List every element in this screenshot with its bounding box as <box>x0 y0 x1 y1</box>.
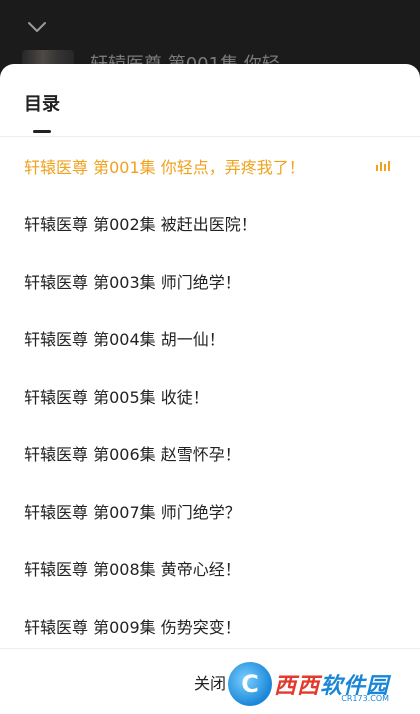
episode-title: 轩辕医尊 第003集 师门绝学！ <box>24 272 241 292</box>
list-item[interactable]: 轩辕医尊 第005集 收徒！ <box>0 367 420 425</box>
episode-list-sheet: 目录 轩辕医尊 第001集 你轻点，弄疼我了！ 轩辕医尊 第002集 被赶出医院… <box>0 64 420 714</box>
episode-list: 轩辕医尊 第001集 你轻点，弄疼我了！ 轩辕医尊 第002集 被赶出医院！ 轩… <box>0 137 420 655</box>
watermark-logo: C 西西软件园 CR173.COM <box>228 660 418 708</box>
tab-indicator <box>33 130 51 133</box>
episode-title: 轩辕医尊 第006集 赵雪怀孕！ <box>24 445 241 465</box>
list-item[interactable]: 轩辕医尊 第001集 你轻点，弄疼我了！ <box>0 137 420 195</box>
collapse-button[interactable] <box>22 14 52 40</box>
list-item[interactable]: 轩辕医尊 第008集 黄帝心经！ <box>0 540 420 598</box>
playing-indicator-icon <box>376 160 390 171</box>
sheet-title: 目录 <box>24 94 60 115</box>
episode-title: 轩辕医尊 第009集 伤势突变！ <box>24 617 241 637</box>
list-item[interactable]: 轩辕医尊 第009集 伤势突变！ <box>0 597 420 655</box>
watermark-xixi: 西西 <box>274 674 321 699</box>
watermark-url: CR173.COM <box>341 694 390 703</box>
episode-title: 轩辕医尊 第001集 你轻点，弄疼我了！ <box>24 157 305 177</box>
episode-title: 轩辕医尊 第007集 师门绝学？ <box>24 502 241 522</box>
episode-title: 轩辕医尊 第004集 胡一仙！ <box>24 330 225 350</box>
list-item[interactable]: 轩辕医尊 第006集 赵雪怀孕！ <box>0 425 420 483</box>
list-item[interactable]: 轩辕医尊 第002集 被赶出医院！ <box>0 195 420 253</box>
sheet-header: 目录 <box>0 64 420 136</box>
watermark-logo-icon: C <box>228 662 272 706</box>
list-item[interactable]: 轩辕医尊 第003集 师门绝学！ <box>0 252 420 310</box>
episode-title: 轩辕医尊 第008集 黄帝心经！ <box>24 560 241 580</box>
list-item[interactable]: 轩辕医尊 第004集 胡一仙！ <box>0 310 420 368</box>
episode-title: 轩辕医尊 第002集 被赶出医院！ <box>24 215 257 235</box>
chevron-down-icon <box>28 22 46 32</box>
episode-title: 轩辕医尊 第005集 收徒！ <box>24 387 209 407</box>
watermark-text: 西西软件园 CR173.COM <box>274 668 390 703</box>
list-item[interactable]: 轩辕医尊 第007集 师门绝学？ <box>0 482 420 540</box>
close-label: 关闭 <box>193 673 226 693</box>
